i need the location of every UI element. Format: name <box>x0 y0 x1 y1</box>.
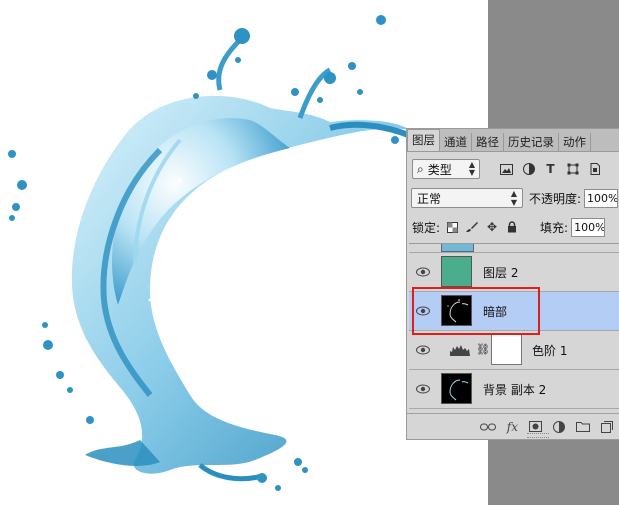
layer-row-background-copy-2[interactable]: 背景 副本 2 <box>409 370 619 409</box>
lock-move-icon[interactable]: ✥ <box>486 220 498 234</box>
adjustment-layer-icon[interactable] <box>553 420 565 434</box>
layer-thumbnail <box>441 295 472 326</box>
opacity-input[interactable]: 100% <box>584 188 619 208</box>
splash-mask-thumbnail <box>447 299 469 323</box>
tab-paths[interactable]: 路径 <box>472 133 504 151</box>
tab-history[interactable]: 历史记录 <box>504 133 559 151</box>
image-filter-icon[interactable] <box>500 163 513 176</box>
fill-input[interactable]: 100% <box>571 217 606 237</box>
panel-resize-grip[interactable] <box>527 433 549 438</box>
filter-kind-label: 类型 <box>427 162 452 177</box>
lock-all-icon[interactable] <box>506 221 518 233</box>
layer-effects-fx-icon[interactable]: fx <box>507 420 518 434</box>
lock-row: 锁定: ✥ 填充: 100% <box>412 217 619 237</box>
adjustment-filter-icon[interactable] <box>522 163 535 176</box>
tab-channels[interactable]: 通道 <box>440 133 472 151</box>
fill-label: 填充: <box>540 220 569 235</box>
layer-name: 色阶 1 <box>532 343 568 358</box>
filter-kind-select[interactable]: ⌕ 类型 ▲ ▼ <box>412 159 480 179</box>
blend-row: 正常 ▲ ▼ 不透明度: 100% <box>411 187 619 209</box>
levels-adjustment-icon <box>450 345 470 356</box>
tab-actions[interactable]: 动作 <box>559 133 591 151</box>
filter-icon-group: T <box>500 162 601 176</box>
lock-icon-group: ✥ <box>446 220 518 234</box>
shape-filter-icon[interactable] <box>566 163 579 176</box>
smart-object-filter-icon[interactable] <box>588 163 601 176</box>
type-filter-icon[interactable]: T <box>544 162 557 176</box>
opacity-label: 不透明度: <box>529 191 582 206</box>
eye-icon[interactable] <box>416 306 430 316</box>
lock-paint-brush-icon[interactable] <box>466 221 479 233</box>
layer-name: 图层 2 <box>483 265 519 280</box>
link-layers-icon[interactable] <box>479 420 496 434</box>
layer-filter-row: ⌕ 类型 ▲ ▼ T <box>412 158 619 180</box>
search-icon: ⌕ <box>417 161 424 176</box>
eye-icon[interactable] <box>416 345 430 355</box>
layer-row-levels-1[interactable]: ⛓ 色阶 1 <box>409 331 619 370</box>
layer-row-partial[interactable] <box>409 244 619 253</box>
layer-row-layer-2[interactable]: 图层 2 <box>409 253 619 292</box>
add-mask-icon[interactable] <box>529 420 542 434</box>
blend-mode-select[interactable]: 正常 ▲ ▼ <box>411 188 523 208</box>
lock-label: 锁定: <box>412 220 441 235</box>
link-chain-icon[interactable]: ⛓ <box>476 343 490 356</box>
new-group-folder-icon[interactable] <box>576 420 590 434</box>
layers-panel: 图层 通道 路径 历史记录 动作 ⌕ 类型 ▲ ▼ T 正常 ▲ ▼ 不透明度:… <box>406 128 619 440</box>
splash-thumbnail <box>449 379 469 401</box>
layer-thumbnail <box>441 256 472 287</box>
layers-bottom-toolbar: fx <box>407 413 619 439</box>
new-layer-icon[interactable] <box>601 420 613 434</box>
layers-list: 图层 2 暗部 ⛓ 色阶 1 背景 副本 2 <box>409 243 619 416</box>
eye-icon[interactable] <box>416 267 430 277</box>
layer-name: 暗部 <box>483 304 508 319</box>
layer-thumbnail <box>441 373 472 404</box>
eye-icon[interactable] <box>416 384 430 394</box>
spinner-arrows-icon: ▲ ▼ <box>468 160 475 177</box>
tab-layers[interactable]: 图层 <box>407 129 440 151</box>
layer-name: 背景 副本 2 <box>483 382 547 397</box>
layer-row-dark-part[interactable]: 暗部 <box>409 292 619 331</box>
layer-thumbnail <box>441 244 474 252</box>
layer-mask-thumbnail[interactable] <box>491 334 522 365</box>
spinner-arrows-icon: ▲ ▼ <box>510 189 517 207</box>
lock-transparency-icon[interactable] <box>446 221 458 233</box>
blend-mode-value: 正常 <box>417 191 442 206</box>
panel-tabs: 图层 通道 路径 历史记录 动作 <box>407 129 619 152</box>
